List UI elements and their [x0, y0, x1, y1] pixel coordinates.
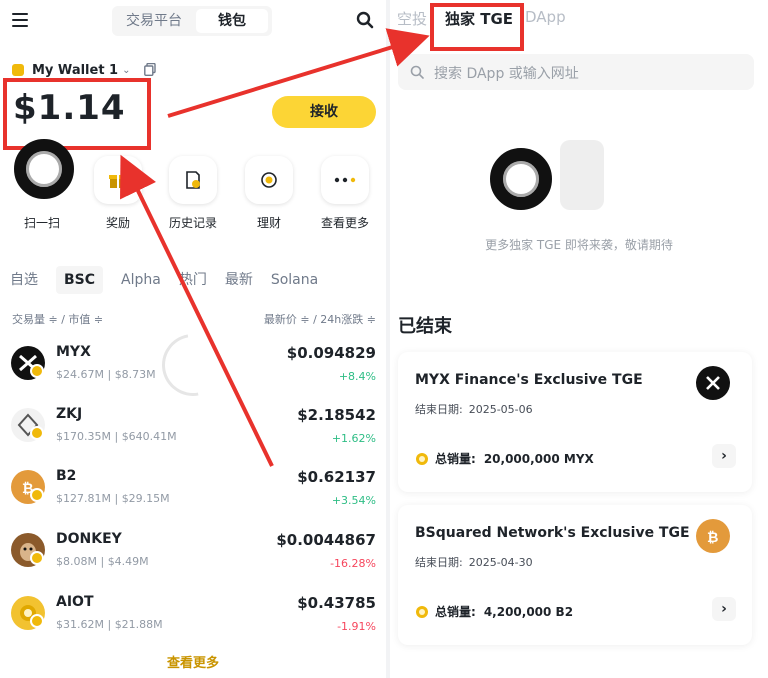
token-symbol: B2	[56, 468, 77, 484]
copy-icon[interactable]	[144, 63, 156, 76]
sort-volume-mcap[interactable]: 交易量 ≑ / 市值 ≑	[12, 311, 103, 327]
dapp-search-input[interactable]: 搜索 DApp 或输入网址	[398, 54, 754, 90]
chain-badge-icon	[30, 488, 44, 502]
token-change: +1.62%	[331, 432, 376, 445]
chevron-down-icon: ⌄	[122, 64, 131, 76]
tge-total-supply: 总销量: 20,000,000 MYX	[415, 450, 594, 467]
tab-hot[interactable]: 热门	[179, 266, 207, 294]
token-volume-mcap: $170.35M | $640.41M	[56, 430, 177, 443]
token-volume-mcap: $31.62M | $21.88M	[56, 618, 163, 631]
receive-button[interactable]: 接收	[272, 96, 376, 128]
tab-wallet[interactable]: 钱包	[196, 9, 268, 33]
gift-icon	[94, 156, 142, 204]
search-icon	[410, 65, 424, 79]
quick-action-more[interactable]: 查看更多	[312, 156, 378, 231]
quick-action-label: 历史记录	[168, 216, 217, 230]
quick-action-history[interactable]: 历史记录	[160, 156, 226, 231]
tab-newest[interactable]: 最新	[225, 266, 253, 294]
coin-icon	[416, 605, 428, 618]
token-change: -16.28%	[330, 557, 376, 570]
tge-name: BSquared Network's Exclusive TGE	[415, 525, 690, 541]
token-symbol: AIOT	[56, 594, 94, 610]
token-change: +3.54%	[331, 494, 376, 507]
tge-logo-myx	[696, 366, 730, 400]
token-volume-mcap: $24.67M | $8.73M	[56, 368, 156, 381]
chevron-right-icon[interactable]: ›	[712, 444, 736, 468]
history-icon	[169, 156, 217, 204]
tab-bsc[interactable]: BSC	[56, 266, 104, 294]
token-price: $0.62137	[297, 468, 376, 486]
tab-watchlist[interactable]: 自选	[10, 266, 38, 294]
tge-card[interactable]: BSquared Network's Exclusive TGE 结束日期: 20…	[398, 505, 752, 645]
token-symbol: ZKJ	[56, 406, 83, 422]
token-row[interactable]: AIOT $31.62M | $21.88M $0.43785 -1.91%	[0, 594, 386, 656]
tge-logo-b2: ₿	[696, 519, 730, 553]
tge-card[interactable]: MYX Finance's Exclusive TGE 结束日期: 2025-05…	[398, 352, 752, 492]
token-row[interactable]: ZKJ $170.35M | $640.41M $2.18542 +1.62%	[0, 406, 386, 468]
quick-action-label: 理财	[256, 216, 281, 230]
quick-action-label: 扫一扫	[23, 216, 60, 230]
coin-icon	[416, 452, 428, 465]
quick-action-rewards[interactable]: 奖励	[85, 156, 151, 231]
svg-text:₿: ₿	[707, 530, 718, 546]
chevron-right-icon[interactable]: ›	[712, 597, 736, 621]
quick-action-earn[interactable]: 理财	[236, 156, 302, 231]
earn-icon	[245, 156, 293, 204]
section-title-ended: 已结束	[398, 316, 452, 337]
token-change: -1.91%	[337, 620, 376, 633]
tge-end-date: 结束日期: 2025-05-06	[415, 403, 533, 416]
tge-name: MYX Finance's Exclusive TGE	[415, 372, 643, 388]
chain-badge-icon	[30, 551, 44, 565]
token-symbol: DONKEY	[56, 531, 122, 547]
token-price: $2.18542	[297, 406, 376, 424]
empty-state-illustration	[560, 140, 604, 210]
tab-airdrop[interactable]: 空投	[397, 8, 427, 29]
tab-alpha[interactable]: Alpha	[121, 266, 161, 294]
sort-price-change[interactable]: 最新价 ≑ / 24h涨跌 ≑	[264, 311, 376, 327]
token-volume-mcap: $8.08M | $4.49M	[56, 555, 149, 568]
wallet-panel: 交易平台 钱包 My Wallet 1 ⌄ $1.14 接收 扫一扫 奖励 历史…	[0, 0, 386, 678]
token-row[interactable]: DONKEY $8.08M | $4.49M $0.0044867 -16.28…	[0, 531, 386, 593]
tab-exchange[interactable]: 交易平台	[116, 9, 192, 33]
chain-badge-icon	[30, 364, 44, 378]
wallet-icon	[12, 64, 24, 76]
tge-panel: 空投 独家 TGE DApp 搜索 DApp 或输入网址 更多独家 TGE 即将…	[390, 0, 768, 678]
search-placeholder: 搜索 DApp 或输入网址	[434, 66, 579, 82]
tge-total-supply: 总销量: 4,200,000 B2	[415, 603, 573, 620]
token-change: +8.4%	[338, 370, 376, 383]
chain-badge-icon	[30, 614, 44, 628]
token-volume-mcap: $127.81M | $29.15M	[56, 492, 170, 505]
empty-state-text: 更多独家 TGE 即将来袭，敬请期待	[485, 238, 673, 252]
token-price: $0.0044867	[276, 531, 376, 549]
annotation-box-tge-tab	[430, 3, 524, 51]
quick-action-label: 查看更多	[320, 216, 369, 230]
token-price: $0.43785	[297, 594, 376, 612]
top-segment-control: 交易平台 钱包	[112, 6, 272, 36]
loading-ring	[490, 148, 552, 210]
scan-icon	[18, 156, 66, 204]
search-icon[interactable]	[356, 11, 374, 29]
more-icon	[321, 156, 369, 204]
quick-action-scan[interactable]: 扫一扫	[9, 156, 75, 231]
chain-tabs: 自选 BSC Alpha 热门 最新 Solana	[10, 266, 336, 294]
token-row[interactable]: ₿ B2 $127.81M | $29.15M $0.62137 +3.54%	[0, 468, 386, 530]
view-more-link[interactable]: 查看更多	[0, 652, 386, 671]
tab-solana[interactable]: Solana	[271, 266, 318, 294]
tge-end-date: 结束日期: 2025-04-30	[415, 556, 533, 569]
annotation-box-balance	[3, 78, 151, 150]
quick-action-label: 奖励	[105, 216, 130, 230]
chain-badge-icon	[30, 426, 44, 440]
menu-icon[interactable]	[12, 13, 28, 27]
token-symbol: MYX	[56, 344, 91, 360]
token-price: $0.094829	[286, 344, 376, 362]
tab-dapp[interactable]: DApp	[525, 8, 566, 26]
wallet-name: My Wallet 1	[32, 62, 119, 78]
wallet-selector[interactable]: My Wallet 1 ⌄	[12, 60, 131, 80]
